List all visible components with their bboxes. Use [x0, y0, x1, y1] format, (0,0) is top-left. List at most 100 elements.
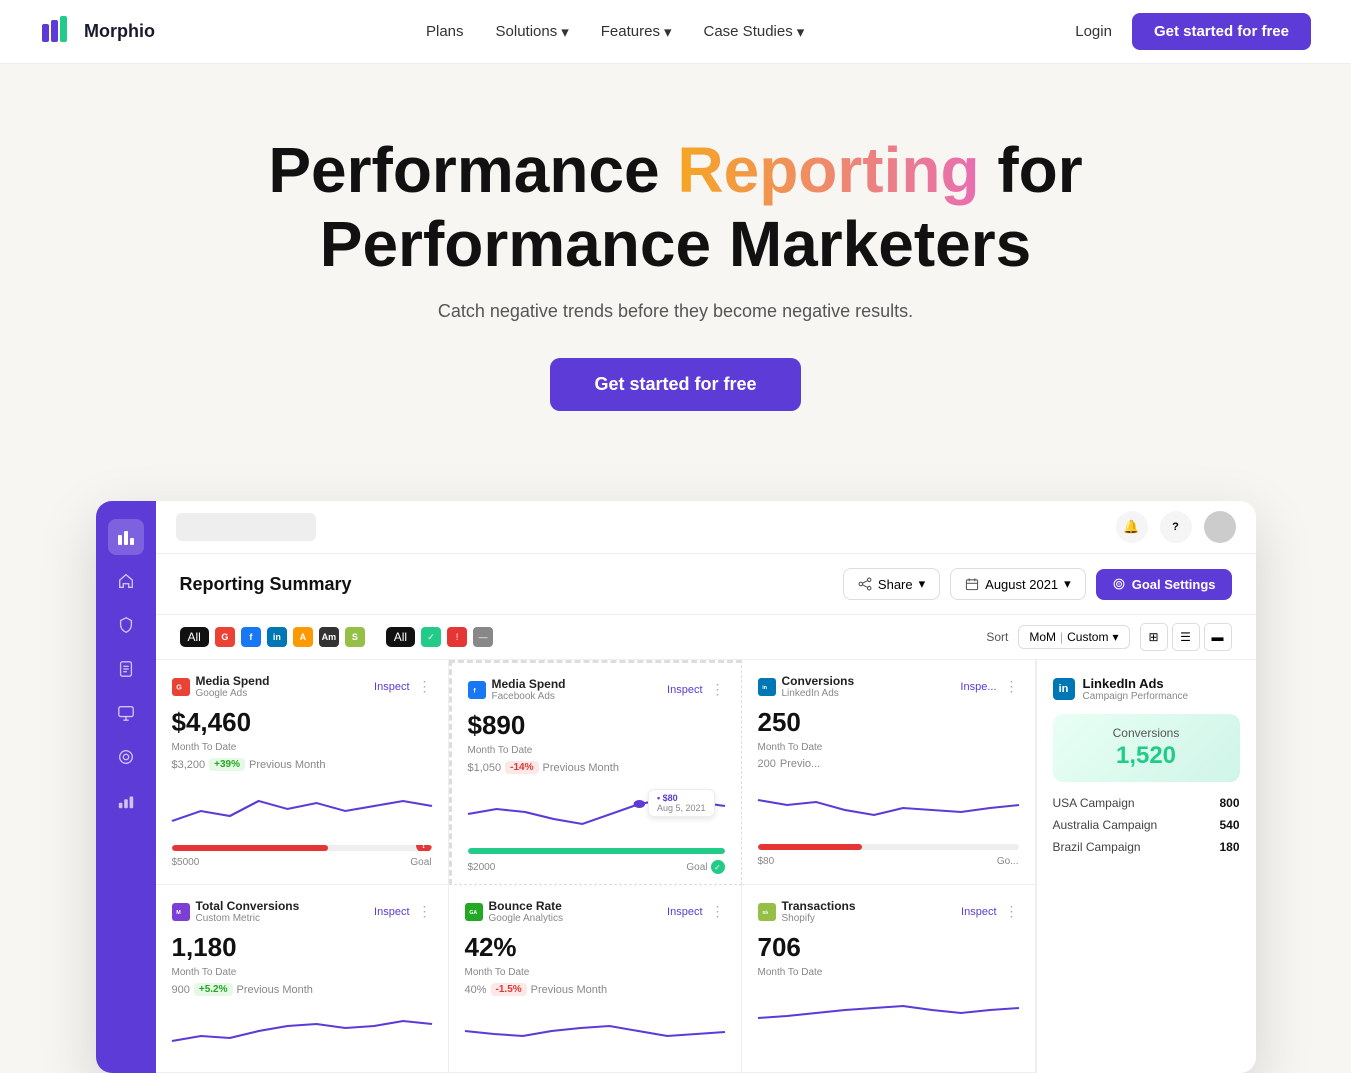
- card-value-3: 1,180: [172, 932, 432, 963]
- filter-left: All G f in A Am S All ✓ ! —: [180, 627, 494, 647]
- view-list-button[interactable]: ☰: [1172, 623, 1200, 651]
- sidebar-icon-monitor[interactable]: [108, 695, 144, 731]
- platform-facebook[interactable]: f: [241, 627, 261, 647]
- custom-icon: M: [172, 903, 190, 921]
- goal-settings-button[interactable]: Goal Settings: [1096, 569, 1232, 600]
- card-more-5[interactable]: ⋮: [1005, 903, 1019, 920]
- inspect-link-4[interactable]: Inspect: [667, 906, 702, 918]
- inspect-link-0[interactable]: Inspect: [374, 681, 409, 693]
- card-more-1[interactable]: ⋮: [711, 681, 725, 698]
- card-more-2[interactable]: ⋮: [1005, 678, 1019, 695]
- goal-info-2: $80 Go...: [758, 856, 1019, 867]
- filter-all-tag[interactable]: All: [180, 627, 209, 647]
- nav-links: Plans Solutions ▾ Features ▾ Case Studie…: [426, 23, 804, 41]
- goal-fill-0: [172, 845, 328, 851]
- nav-link-solutions[interactable]: Solutions ▾: [496, 23, 569, 41]
- logo[interactable]: Morphio: [40, 14, 155, 50]
- view-compact-button[interactable]: ▬: [1204, 623, 1232, 651]
- login-button[interactable]: Login: [1075, 23, 1112, 40]
- filter-bar: All G f in A Am S All ✓ ! — Sort MoM: [156, 615, 1256, 660]
- inspect-link-5[interactable]: Inspect: [961, 906, 996, 918]
- period-selector[interactable]: MoM | Custom ▾: [1018, 625, 1129, 649]
- card-header: G Media Spend Google Ads Inspect ⋮: [172, 674, 432, 699]
- platform-pause[interactable]: —: [473, 627, 493, 647]
- view-toggle: ⊞ ☰ ▬: [1140, 623, 1232, 651]
- card-value-0: $4,460: [172, 707, 432, 738]
- platform-amazon[interactable]: A: [293, 627, 313, 647]
- inspect-link-3[interactable]: Inspect: [374, 906, 409, 918]
- goal-alert-0: !: [416, 845, 432, 851]
- conversions-box: Conversions 1,520: [1053, 714, 1240, 782]
- nav-link-plans[interactable]: Plans: [426, 23, 464, 40]
- inspect-link-2[interactable]: Inspe...: [960, 681, 996, 693]
- hero-cta-button[interactable]: Get started for free: [550, 358, 800, 411]
- platform-linkedin[interactable]: in: [267, 627, 287, 647]
- card-facebook-media-spend: f Media Spend Facebook Ads Inspect ⋮: [449, 660, 742, 885]
- card-google-media-spend: G Media Spend Google Ads Inspect ⋮: [156, 660, 449, 885]
- linkedin-panel-icon: in: [1053, 678, 1075, 700]
- platform-alert[interactable]: !: [447, 627, 467, 647]
- campaign-row-usa: USA Campaign 800: [1053, 796, 1240, 810]
- card-platform-2: in Conversions LinkedIn Ads: [758, 674, 855, 699]
- card-period-1: Month To Date: [468, 745, 725, 756]
- badge-down-4: -1.5%: [491, 983, 527, 996]
- date-range-button[interactable]: August 2021 ▾: [950, 568, 1086, 600]
- card-platform: G Media Spend Google Ads: [172, 674, 270, 699]
- card-platform-5: Sh Transactions Shopify: [758, 899, 856, 924]
- sidebar-icon-bar[interactable]: [108, 783, 144, 819]
- filter-all-tag2[interactable]: All: [386, 627, 415, 647]
- share-icon: [858, 577, 872, 591]
- panel-title: LinkedIn Ads: [1083, 676, 1189, 691]
- platform-shopify[interactable]: S: [345, 627, 365, 647]
- card-period-5: Month To Date: [758, 967, 1019, 978]
- nav-cta-button[interactable]: Get started for free: [1132, 13, 1311, 50]
- card-more-4[interactable]: ⋮: [711, 903, 725, 920]
- card-linkedin-conversions: in Conversions LinkedIn Ads Inspe... ⋮: [742, 660, 1035, 885]
- mini-chart-3: [172, 1006, 432, 1056]
- help-button[interactable]: ?: [1160, 511, 1192, 543]
- mini-chart-4: [465, 1006, 725, 1056]
- mini-chart-2: [758, 780, 1019, 830]
- card-transactions: Sh Transactions Shopify Inspect ⋮: [742, 885, 1035, 1073]
- nav-link-features[interactable]: Features ▾: [601, 23, 672, 41]
- notification-button[interactable]: 🔔: [1116, 511, 1148, 543]
- goal-bar-0: !: [172, 845, 432, 851]
- card-value-1: $890: [468, 710, 725, 741]
- card-prev-2: 200 Previo...: [758, 758, 1019, 770]
- hero-subtitle: Catch negative trends before they become…: [40, 301, 1311, 322]
- hero-section: Performance Reporting for Performance Ma…: [0, 64, 1351, 451]
- card-more-0[interactable]: ⋮: [418, 678, 432, 695]
- platform-google[interactable]: G: [215, 627, 235, 647]
- platform-active[interactable]: ✓: [421, 627, 441, 647]
- card-value-2: 250: [758, 707, 1019, 738]
- card-value-4: 42%: [465, 932, 725, 963]
- nav-right: Login Get started for free: [1075, 13, 1311, 50]
- card-period-3: Month To Date: [172, 967, 432, 978]
- nav-link-case-studies[interactable]: Case Studies ▾: [704, 23, 805, 41]
- ga-icon: GA: [465, 903, 483, 921]
- sidebar-icon-fingerprint[interactable]: [108, 739, 144, 775]
- sidebar-icon-chart[interactable]: [108, 519, 144, 555]
- shopify-icon: Sh: [758, 903, 776, 921]
- chart-tooltip-1: • $80 Aug 5, 2021: [648, 789, 715, 817]
- calendar-icon: [965, 577, 979, 591]
- platform-other1[interactable]: Am: [319, 627, 339, 647]
- sidebar-icon-shield[interactable]: [108, 607, 144, 643]
- user-avatar[interactable]: [1204, 511, 1236, 543]
- share-button[interactable]: Share ▾: [843, 568, 940, 600]
- sort-button[interactable]: Sort: [986, 630, 1008, 644]
- svg-text:M: M: [176, 909, 181, 915]
- sidebar-icon-report[interactable]: [108, 651, 144, 687]
- sidebar-icon-home[interactable]: [108, 563, 144, 599]
- right-panel: in LinkedIn Ads Campaign Performance Con…: [1036, 660, 1256, 1073]
- view-grid-button[interactable]: ⊞: [1140, 623, 1168, 651]
- filter-right: Sort MoM | Custom ▾ ⊞ ☰ ▬: [986, 623, 1231, 651]
- card-platform-4: GA Bounce Rate Google Analytics: [465, 899, 564, 924]
- card-more-3[interactable]: ⋮: [418, 903, 432, 920]
- hero-highlight: Reporting: [677, 134, 979, 206]
- inspect-link-1[interactable]: Inspect: [667, 684, 702, 696]
- dashboard-preview: 🔔 ? Reporting Summary Share ▾: [76, 501, 1276, 1073]
- campaign-list: USA Campaign 800 Australia Campaign 540 …: [1053, 796, 1240, 854]
- badge-down-1: -14%: [505, 761, 538, 774]
- svg-text:f: f: [473, 687, 476, 694]
